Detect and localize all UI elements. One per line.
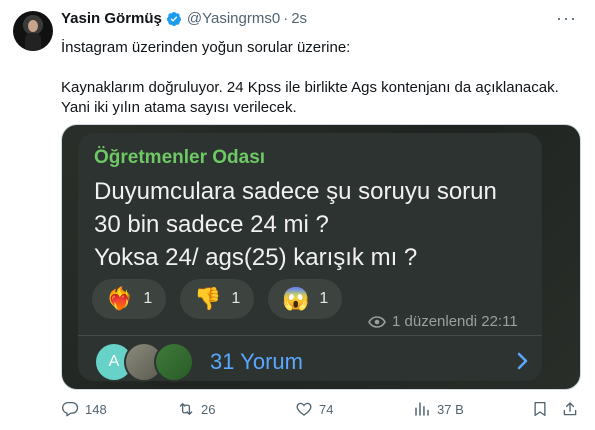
reaction-count: 1 (231, 290, 241, 307)
channel-name: Öğretmenler Odası (94, 147, 266, 168)
reaction-thumbs-down: 👎 1 (180, 279, 255, 319)
separator-dot: · (283, 10, 289, 27)
divider (78, 335, 542, 336)
tweet-text-line: Kaynaklarım doğruluyor. 24 Kpss ile birl… (61, 79, 559, 96)
author-handle[interactable]: @Yasingrms0 (187, 10, 280, 27)
eye-icon (368, 315, 386, 328)
reply-count: 148 (85, 401, 107, 417)
reply-icon (61, 401, 79, 417)
tweet-header: Yasin Görmüş @Yasingrms0 · 2s (61, 10, 307, 27)
retweet-icon (179, 403, 193, 415)
avatar-suit (25, 33, 41, 51)
tweet-time[interactable]: 2s (291, 10, 307, 27)
edited-label: 1 düzenlendi 22:11 (392, 313, 518, 330)
heart-on-fire-icon: ❤️‍🔥 (106, 286, 134, 311)
retweet-count: 26 (201, 401, 216, 417)
commenter-avatar (154, 342, 194, 382)
like-button[interactable]: 74 (295, 400, 333, 418)
retweet-button[interactable]: 26 (177, 400, 215, 418)
share-button[interactable] (561, 400, 585, 418)
comments-count-label: 31 Yorum (210, 349, 303, 374)
bookmark-icon (534, 401, 546, 417)
reaction-heart-on-fire: ❤️‍🔥 1 (92, 279, 167, 319)
share-icon (563, 402, 577, 416)
view-count: 37 B (437, 401, 464, 417)
telegram-message-bubble: Öğretmenler Odası Duyumculara sadece şu … (78, 133, 542, 382)
author-name[interactable]: Yasin Görmüş (61, 10, 162, 27)
author-avatar[interactable] (13, 11, 53, 51)
message-text: Duyumculara sadece şu soruyu sorun 30 bi… (94, 175, 534, 274)
message-meta: 1 düzenlendi 22:11 (368, 313, 518, 330)
avatar-face (28, 20, 38, 32)
message-line: Duyumculara sadece şu soruyu sorun (94, 178, 497, 205)
views-chart-icon (415, 402, 429, 416)
tweet-text: İnstagram üzerinden yoğun sorular üzerin… (61, 38, 581, 118)
verified-badge-icon (166, 11, 182, 27)
bookmark-button[interactable] (531, 400, 555, 418)
reaction-count: 1 (319, 290, 329, 307)
tweet-media-image[interactable]: Öğretmenler Odası Duyumculara sadece şu … (61, 124, 581, 390)
reaction-count: 1 (143, 290, 153, 307)
reaction-scream: 😱 1 (268, 279, 343, 319)
tweet-actions-bar: 148 26 74 37 B (61, 400, 583, 424)
message-line: Yoksa 24/ ags(25) karışık mı ? (94, 244, 418, 271)
chevron-right-icon (517, 352, 528, 370)
scream-face-icon: 😱 (282, 286, 310, 311)
more-options-icon[interactable]: ··· (556, 8, 577, 29)
views-button[interactable]: 37 B (413, 400, 464, 418)
tweet-text-line: Yani iki yılın atama sayısı verilecek. (61, 99, 297, 116)
comments-row: A 31 Yorum (94, 342, 534, 382)
tweet-text-line: İnstagram üzerinden yoğun sorular üzerin… (61, 39, 351, 56)
heart-icon (296, 402, 312, 416)
message-line: 30 bin sadece 24 mi ? (94, 211, 329, 238)
thumbs-down-icon: 👎 (194, 286, 222, 311)
reply-button[interactable]: 148 (61, 400, 107, 418)
like-count: 74 (319, 401, 334, 417)
